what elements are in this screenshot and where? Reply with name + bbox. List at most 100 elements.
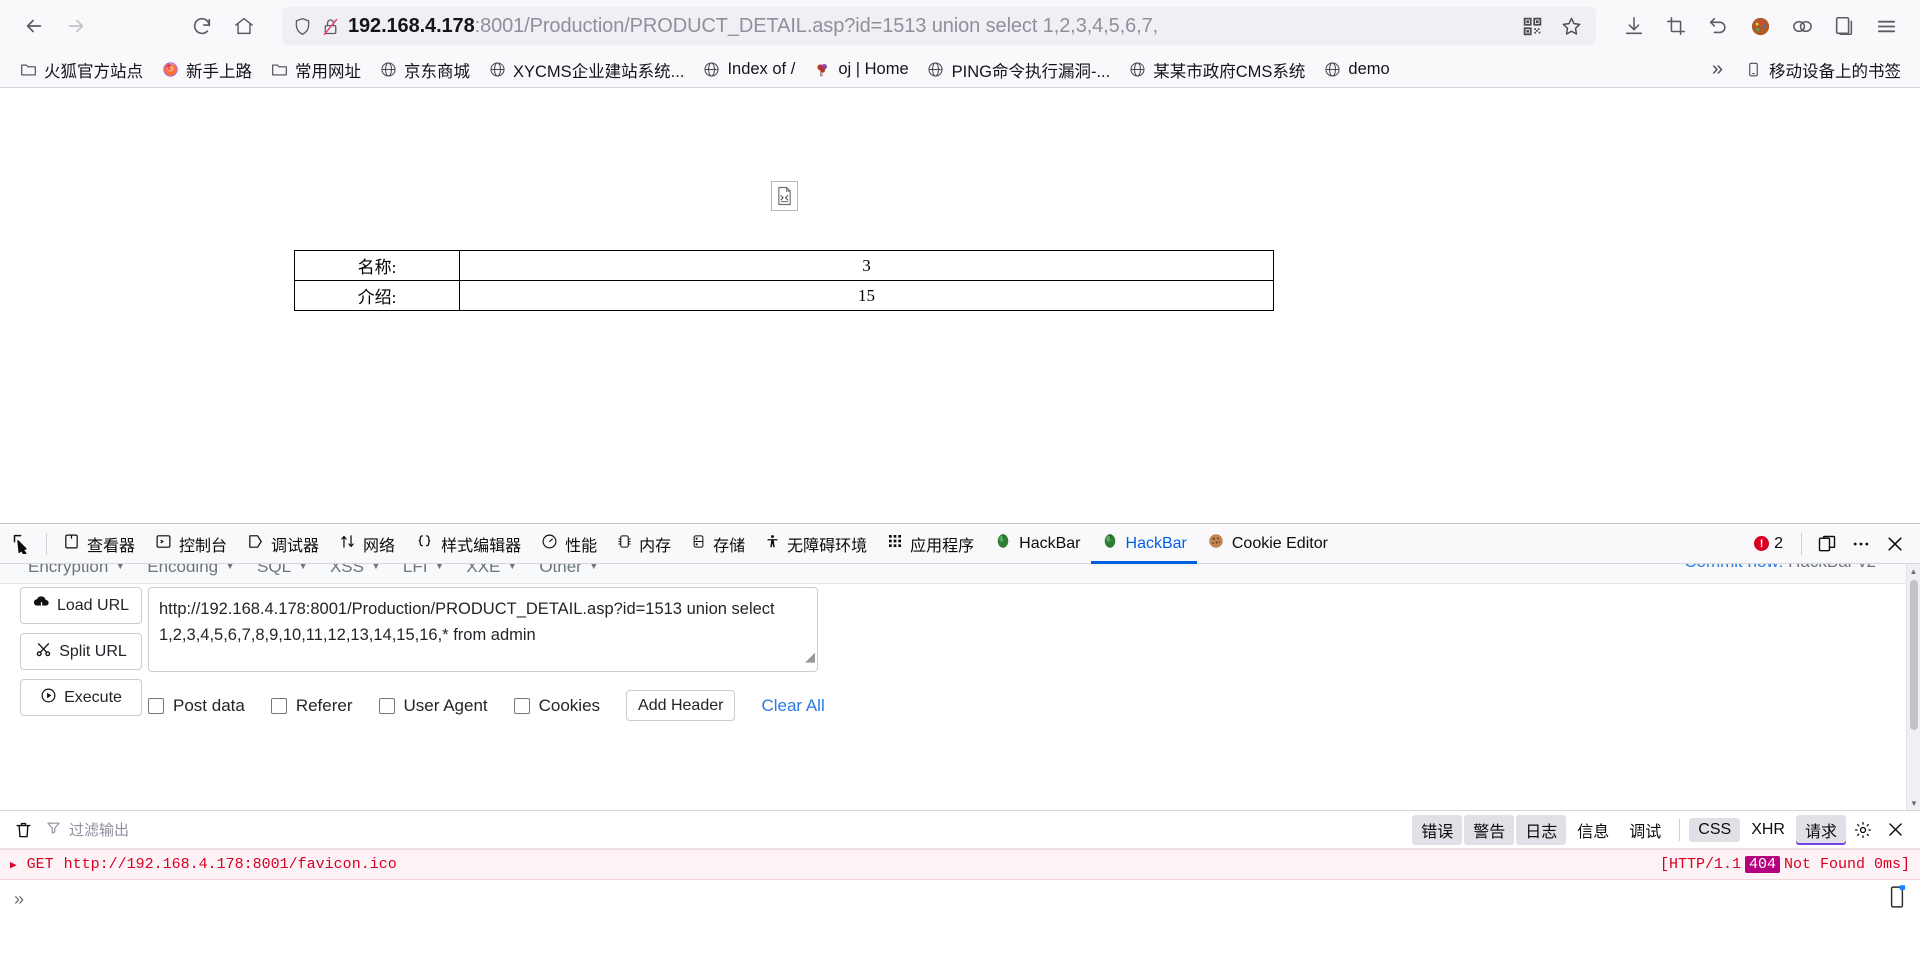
hackbar-menu-xxe[interactable]: XXE ▼	[466, 564, 539, 577]
hackbar-option-1[interactable]: Referer	[270, 696, 353, 716]
devtools-tab-label: 调试器	[271, 537, 320, 555]
address-bar[interactable]: 192.168.4.178:8001/Production/PRODUCT_DE…	[282, 7, 1596, 45]
bookmark-label: oj | Home	[838, 60, 909, 78]
devtools-tab-2[interactable]: 调试器	[237, 524, 329, 564]
devtools-tab-3[interactable]: 网络	[329, 524, 405, 564]
home-button[interactable]	[224, 8, 264, 44]
back-button[interactable]	[14, 8, 54, 44]
checkbox[interactable]	[148, 697, 164, 714]
hackbar-menu-xss[interactable]: XSS ▼	[330, 564, 403, 577]
undo-icon[interactable]	[1698, 8, 1738, 44]
devtools-tab-9[interactable]: 应用程序	[877, 524, 984, 564]
hackbar-commit-banner[interactable]: Commit now! HackBar v2	[1684, 564, 1876, 572]
url-host: 192.168.4.178	[348, 14, 475, 37]
inspector-icon	[63, 533, 80, 555]
bookmark-item-8[interactable]: 某某市政府CMS系统	[1119, 54, 1314, 86]
checkbox[interactable]	[270, 697, 287, 714]
bookmark-item-9[interactable]: demo	[1314, 56, 1398, 83]
hackbar-url-textarea[interactable]: http://192.168.4.178:8001/Production/PRO…	[148, 587, 818, 672]
console-level-0[interactable]: 错误	[1412, 814, 1463, 845]
console-message-row[interactable]: ▶ GET http://192.168.4.178:8001/favicon.…	[0, 849, 1920, 880]
qr-code-icon[interactable]	[1517, 16, 1548, 37]
bookmark-item-4[interactable]: XYCMS企业建站系统...	[479, 54, 693, 86]
hackbar-option-3[interactable]: Cookies	[513, 696, 600, 716]
downloads-icon[interactable]	[1614, 8, 1654, 44]
extension-palette-icon[interactable]	[1740, 8, 1780, 44]
bookmark-item-3[interactable]: 京东商城	[370, 54, 479, 86]
reload-button[interactable]	[182, 8, 222, 44]
console-filter-input[interactable]: 过滤输出	[46, 819, 129, 840]
bookmark-item-2[interactable]: 常用网址	[261, 54, 370, 86]
row-value: 15	[459, 280, 1274, 311]
element-picker-icon[interactable]	[6, 529, 36, 559]
scroll-down-icon[interactable]: ▼	[1907, 796, 1920, 810]
responsive-mode-icon[interactable]	[1888, 884, 1906, 915]
hackbar-menu-encryption[interactable]: Encryption ▼	[28, 564, 147, 577]
devtools-tab-10[interactable]: HackBar	[984, 524, 1090, 564]
console-level-3[interactable]: 信息	[1568, 815, 1618, 845]
hackbar-menu-lfi[interactable]: LFI ▼	[403, 564, 466, 577]
shield-icon[interactable]	[292, 16, 313, 37]
hackbar-option-2[interactable]: User Agent	[378, 696, 488, 716]
menu-hamburger-icon[interactable]	[1866, 8, 1906, 44]
hackbar-options-row: Post data Referer User Agent Cookies Add Hea…	[148, 690, 825, 721]
expander-icon[interactable]: ▶	[10, 858, 17, 872]
scrollbar-thumb[interactable]	[1910, 580, 1918, 730]
devtools-tab-11[interactable]: HackBar	[1091, 524, 1197, 564]
hackbar-menu-other[interactable]: Other ▼	[539, 564, 620, 577]
devtools-tab-0[interactable]: 查看器	[53, 524, 145, 564]
clear-all-link[interactable]: Clear All	[761, 696, 824, 716]
console-input[interactable]: »	[0, 880, 1920, 918]
hackbar-scrollbar[interactable]: ▲ ▼	[1906, 564, 1920, 810]
container-icon[interactable]	[1782, 8, 1822, 44]
checkbox[interactable]	[378, 697, 395, 714]
resize-grip-icon[interactable]: ◢	[805, 644, 815, 670]
devtools-tab-6[interactable]: 内存	[607, 524, 681, 564]
request-url[interactable]: http://192.168.4.178:8001/favicon.ico	[64, 856, 397, 873]
bookmark-mobile-bookmarks[interactable]: 移动设备上的书签	[1735, 54, 1910, 86]
checkbox[interactable]	[513, 697, 530, 714]
broken-lock-icon[interactable]	[320, 16, 341, 37]
add-header-button[interactable]: Add Header	[626, 690, 736, 721]
devtools-close-icon[interactable]	[1880, 529, 1910, 559]
console-level-2[interactable]: 日志	[1516, 814, 1567, 845]
bookmarks-overflow-button[interactable]: »	[1700, 54, 1735, 85]
devtools-tab-8[interactable]: 无障碍环境	[755, 524, 877, 564]
console-type-2[interactable]: 请求	[1795, 814, 1846, 845]
load-url-button[interactable]: Load URL	[20, 587, 142, 624]
bookmark-item-0[interactable]: 火狐官方站点	[10, 54, 152, 86]
screenshot-icon[interactable]	[1656, 8, 1696, 44]
devtools-tab-label: 应用程序	[910, 537, 975, 555]
hackbar-menu-encoding[interactable]: Encoding ▼	[147, 564, 257, 577]
hackbar-menu-sql[interactable]: SQL ▼	[257, 564, 330, 577]
devtools-tab-7[interactable]: 存储	[681, 524, 755, 564]
more-options-icon[interactable]	[1846, 529, 1876, 559]
star-icon[interactable]	[1555, 15, 1588, 38]
devtools-tab-1[interactable]: 控制台	[145, 524, 237, 564]
bookmark-item-5[interactable]: Index of /	[693, 56, 804, 83]
trash-icon[interactable]	[10, 820, 36, 839]
forward-button[interactable]	[56, 8, 96, 44]
bookmark-item-6[interactable]: oj | Home	[804, 56, 917, 83]
split-url-button[interactable]: Split URL	[20, 633, 142, 670]
devtools-tab-4[interactable]: 样式编辑器	[405, 524, 531, 564]
devtools-tab-5[interactable]: 性能	[531, 524, 607, 564]
hackbar-icon	[1101, 532, 1119, 555]
error-count-badge[interactable]: ! 2	[1746, 535, 1791, 553]
console-level-4[interactable]: 调试	[1620, 815, 1670, 845]
bookmark-item-1[interactable]: 新手上路	[152, 54, 261, 86]
dock-panel-icon[interactable]	[1812, 529, 1842, 559]
console-level-1[interactable]: 警告	[1464, 814, 1515, 845]
url-text[interactable]: 192.168.4.178:8001/Production/PRODUCT_DE…	[348, 15, 1510, 38]
hackbar-option-0[interactable]: Post data	[148, 696, 245, 716]
scroll-up-icon[interactable]: ▲	[1907, 564, 1920, 578]
commit-link[interactable]: Commit now!	[1684, 564, 1783, 571]
console-close-icon[interactable]	[1880, 815, 1910, 845]
bookmark-item-7[interactable]: PING命令执行漏洞-...	[918, 54, 1120, 86]
console-type-1[interactable]: XHR	[1742, 818, 1794, 842]
console-type-0[interactable]: CSS	[1689, 817, 1741, 842]
execute-button[interactable]: Execute	[20, 679, 142, 716]
gear-icon[interactable]	[1848, 815, 1878, 845]
devtools-tab-12[interactable]: Cookie Editor	[1197, 524, 1338, 564]
share-icon[interactable]	[1824, 8, 1864, 44]
